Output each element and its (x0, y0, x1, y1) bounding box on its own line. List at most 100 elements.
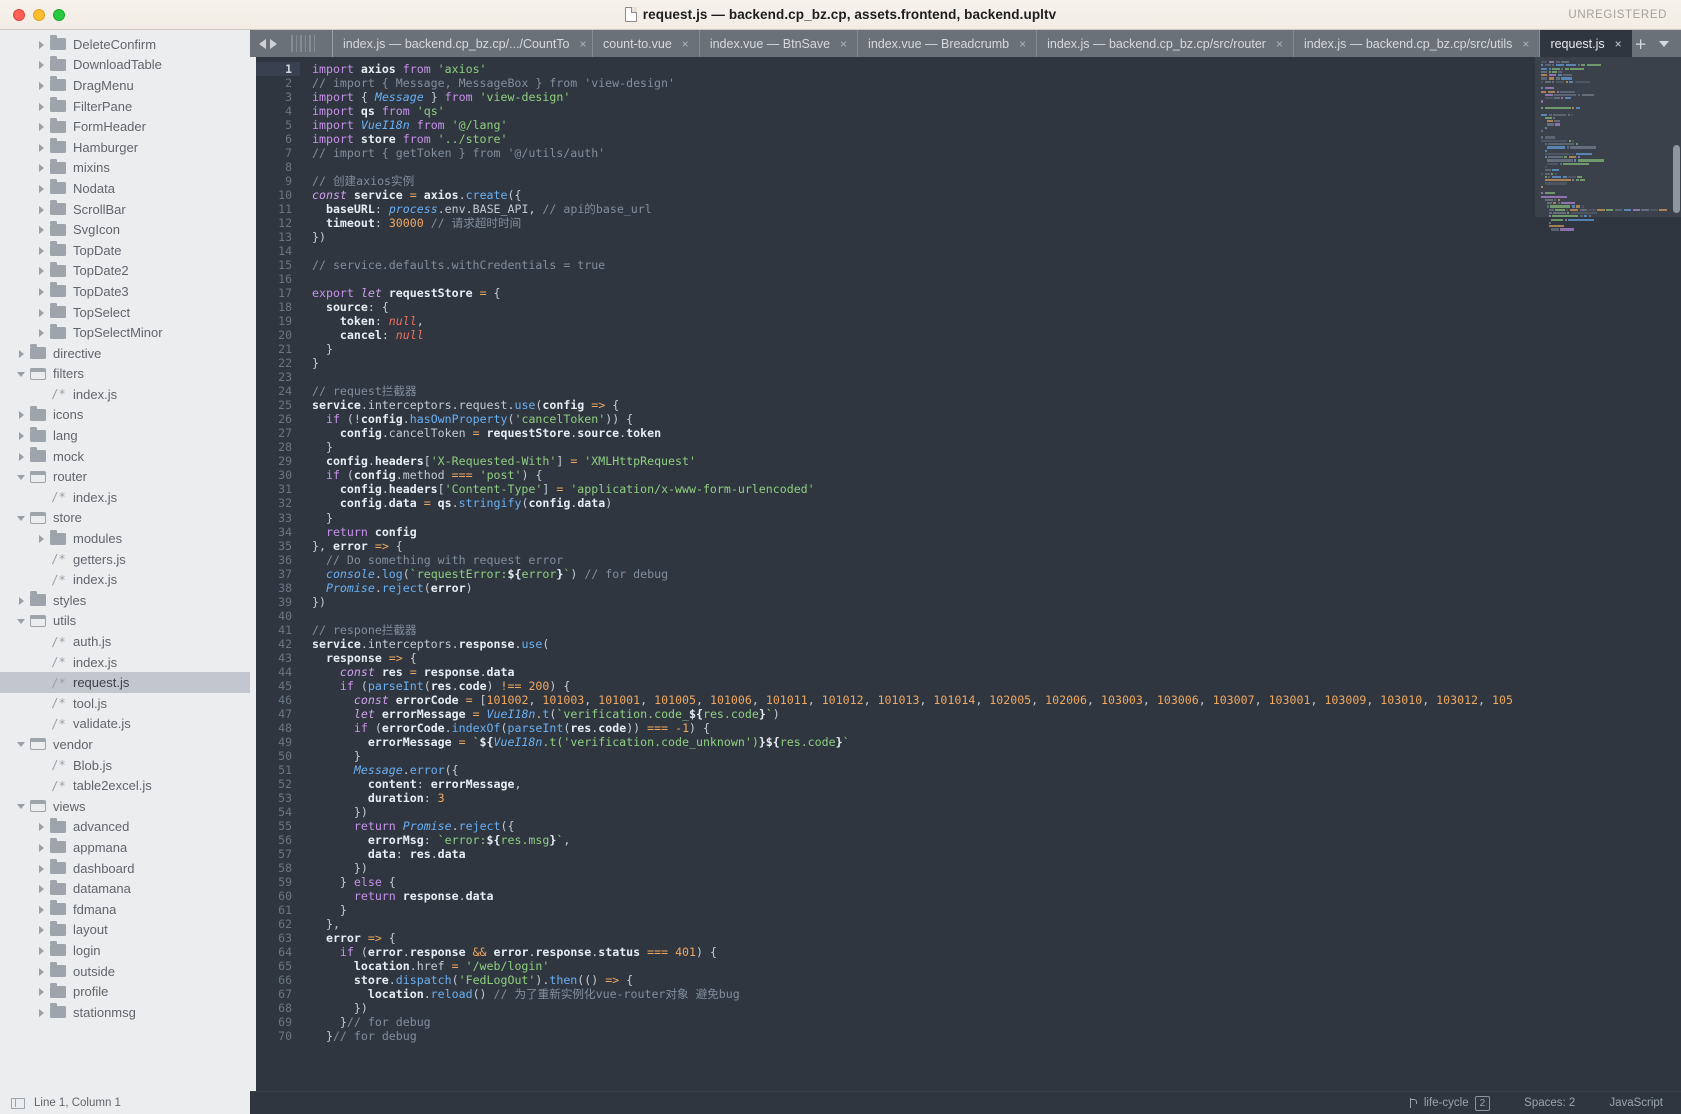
tree-file-row[interactable]: /* getters.js (0, 549, 250, 570)
tree-folder-row[interactable]: appmana (0, 837, 250, 858)
tree-file-row[interactable]: /* index.js (0, 487, 250, 508)
tab-grip-icon[interactable] (284, 30, 322, 57)
tree-folder-row[interactable]: layout (0, 920, 250, 941)
chevron-right-icon[interactable] (36, 101, 47, 112)
tree-file-row[interactable]: /* tool.js (0, 693, 250, 714)
editor-tab[interactable]: request.js × (1540, 30, 1632, 57)
chevron-right-icon[interactable] (36, 121, 47, 132)
chevron-right-icon[interactable] (36, 327, 47, 338)
new-tab-button[interactable]: + (1634, 35, 1647, 53)
tree-folder-row[interactable]: dashboard (0, 858, 250, 879)
tree-folder-row[interactable]: FilterPane (0, 96, 250, 117)
chevron-right-icon[interactable] (36, 904, 47, 915)
chevron-right-icon[interactable] (16, 348, 27, 359)
tree-folder-row[interactable]: profile (0, 981, 250, 1002)
tree-folder-row[interactable]: TopDate2 (0, 261, 250, 282)
tree-folder-row[interactable]: filters (0, 364, 250, 385)
chevron-right-icon[interactable] (36, 39, 47, 50)
chevron-right-icon[interactable] (36, 533, 47, 544)
tree-folder-row[interactable]: outside (0, 961, 250, 982)
chevron-right-icon[interactable] (16, 409, 27, 420)
editor-tab[interactable]: index.js — backend.cp_bz.cp/src/utils × (1294, 30, 1541, 57)
tree-folder-row[interactable]: directive (0, 343, 250, 364)
tree-folder-row[interactable]: vendor (0, 734, 250, 755)
tree-folder-row[interactable]: mixins (0, 158, 250, 179)
tree-file-row[interactable]: /* auth.js (0, 631, 250, 652)
tab-nav-arrows[interactable] (250, 30, 284, 57)
tab-close-icon[interactable]: × (682, 38, 689, 50)
file-tree-sidebar[interactable]: DeleteConfirm DownloadTable DragMenu Filter… (0, 30, 250, 1091)
chevron-right-icon[interactable] (36, 183, 47, 194)
tree-folder-row[interactable]: router (0, 466, 250, 487)
tree-folder-row[interactable]: TopDate (0, 240, 250, 261)
syntax-setting[interactable]: JavaScript (1609, 1097, 1663, 1109)
tree-folder-row[interactable]: TopSelect (0, 302, 250, 323)
tree-folder-row[interactable]: Nodata (0, 178, 250, 199)
editor-tab[interactable]: index.js — backend.cp_bz.cp/src/router × (1037, 30, 1294, 57)
tab-bar[interactable]: index.jsindex.js — backend.cp_bz.cp/.../… (250, 30, 1681, 57)
editor-tab[interactable]: index.js (322, 30, 333, 57)
tree-folder-row[interactable]: lang (0, 425, 250, 446)
editor-tab[interactable]: index.vue — Breadcrumb × (858, 30, 1038, 57)
tree-folder-row[interactable]: advanced (0, 817, 250, 838)
chevron-right-icon[interactable] (36, 162, 47, 173)
tree-folder-row[interactable]: DownloadTable (0, 55, 250, 76)
chevron-right-icon[interactable] (36, 883, 47, 894)
chevron-right-icon[interactable] (36, 286, 47, 297)
editor-tab[interactable]: index.js — backend.cp_bz.cp/.../CountTo × (333, 30, 593, 57)
editor-tab[interactable]: index.vue — BtnSave × (700, 30, 859, 57)
chevron-right-icon[interactable] (36, 80, 47, 91)
tree-folder-row[interactable]: datamana (0, 878, 250, 899)
tab-close-icon[interactable]: × (1019, 38, 1026, 50)
chevron-down-icon[interactable] (16, 615, 27, 626)
tree-folder-row[interactable]: mock (0, 446, 250, 467)
tab-close-icon[interactable]: × (1615, 38, 1622, 50)
tree-folder-row[interactable]: TopDate3 (0, 281, 250, 302)
tree-folder-row[interactable]: DragMenu (0, 75, 250, 96)
tab-prev-icon[interactable] (259, 38, 266, 49)
tree-folder-row[interactable]: styles (0, 590, 250, 611)
zoom-button[interactable] (53, 8, 65, 21)
tree-folder-row[interactable]: SvgIcon (0, 219, 250, 240)
tree-file-row[interactable]: /* validate.js (0, 714, 250, 735)
chevron-right-icon[interactable] (16, 430, 27, 441)
tree-folder-row[interactable]: utils (0, 611, 250, 632)
tree-folder-row[interactable]: views (0, 796, 250, 817)
chevron-right-icon[interactable] (36, 945, 47, 956)
chevron-right-icon[interactable] (36, 986, 47, 997)
chevron-right-icon[interactable] (36, 59, 47, 70)
chevron-right-icon[interactable] (16, 451, 27, 462)
sidebar-toggle-icon[interactable] (11, 1097, 25, 1109)
tree-folder-row[interactable]: ScrollBar (0, 199, 250, 220)
tree-file-row[interactable]: /* index.js (0, 569, 250, 590)
chevron-down-icon[interactable] (16, 801, 27, 812)
editor-tab[interactable]: count-to.vue × (593, 30, 700, 57)
tree-folder-row[interactable]: modules (0, 528, 250, 549)
minimap[interactable] (1535, 57, 1681, 1091)
tree-file-row[interactable]: /* index.js (0, 652, 250, 673)
chevron-right-icon[interactable] (36, 863, 47, 874)
tree-file-row[interactable]: /* request.js (0, 672, 250, 693)
chevron-right-icon[interactable] (36, 204, 47, 215)
tree-folder-row[interactable]: stationmsg (0, 1002, 250, 1023)
git-branch-status[interactable]: life-cycle 2 (1409, 1095, 1491, 1111)
tree-file-row[interactable]: /* table2excel.js (0, 775, 250, 796)
code-editor[interactable]: 1 2 3 4 5 6 7 8 9 10 11 12 13 14 15 16 17 18 19 20 21 22 23 24 2… (250, 57, 1681, 1091)
chevron-right-icon[interactable] (36, 224, 47, 235)
chevron-right-icon[interactable] (36, 1007, 47, 1018)
tree-folder-row[interactable]: icons (0, 405, 250, 426)
minimize-button[interactable] (33, 8, 45, 21)
tab-close-icon[interactable]: × (1522, 38, 1529, 50)
source-code-view[interactable]: import axios from 'axios'// import { Mes… (300, 57, 1681, 1091)
chevron-right-icon[interactable] (16, 595, 27, 606)
indentation-setting[interactable]: Spaces: 2 (1524, 1097, 1575, 1109)
chevron-right-icon[interactable] (36, 142, 47, 153)
tree-folder-row[interactable]: fdmana (0, 899, 250, 920)
tab-close-icon[interactable]: × (1276, 38, 1283, 50)
chevron-right-icon[interactable] (36, 245, 47, 256)
close-button[interactable] (13, 8, 25, 21)
chevron-right-icon[interactable] (36, 307, 47, 318)
tree-folder-row[interactable]: DeleteConfirm (0, 34, 250, 55)
tree-folder-row[interactable]: TopSelectMinor (0, 322, 250, 343)
tab-close-icon[interactable]: × (580, 38, 587, 50)
